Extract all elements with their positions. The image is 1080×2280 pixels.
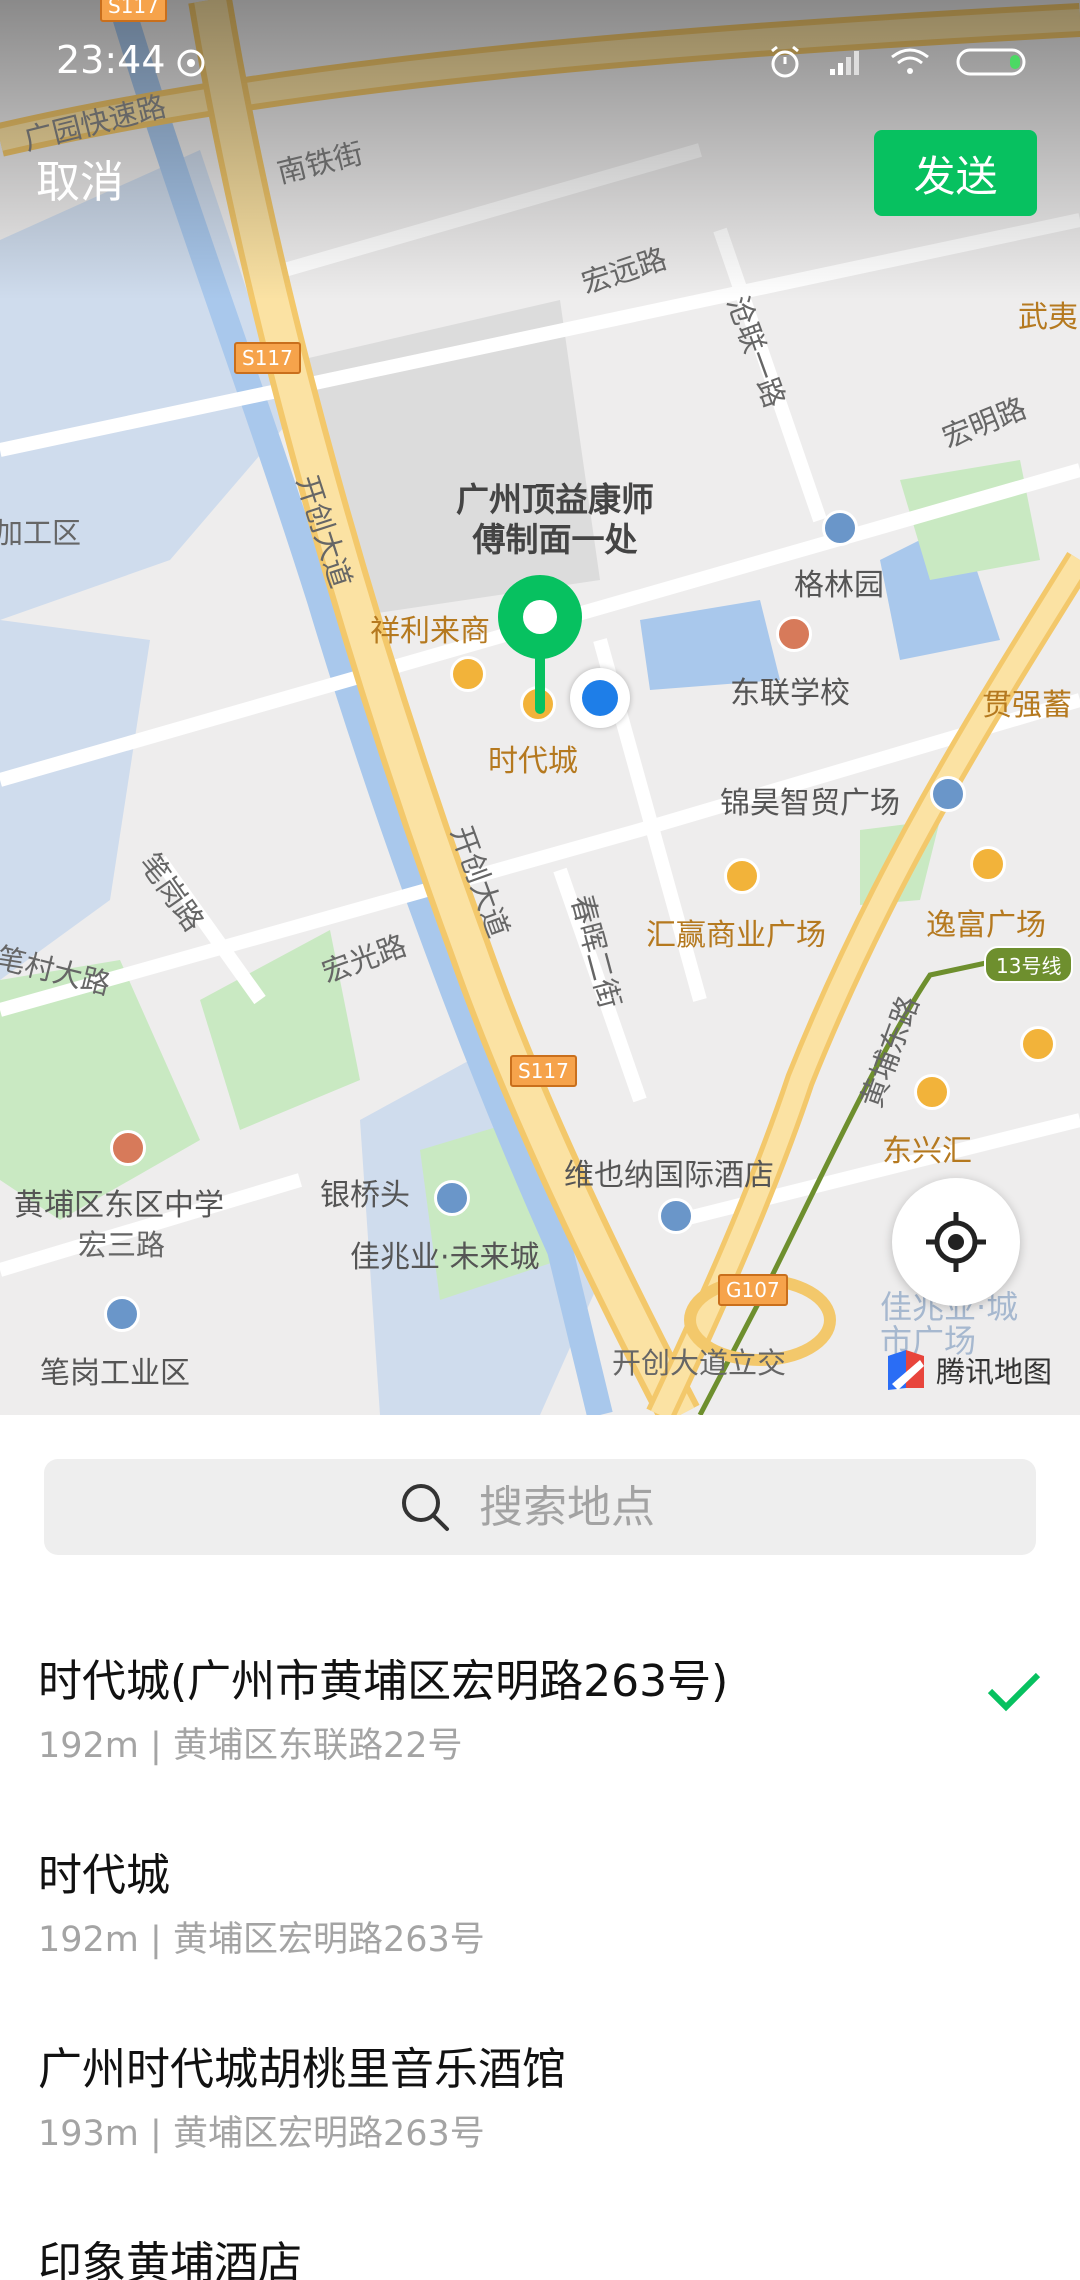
map-label-place: 银桥头 <box>320 1178 410 1213</box>
current-location-dot <box>570 668 630 728</box>
search-icon <box>402 1484 449 1531</box>
map-label-poi: 维也纳国际酒店 <box>564 1158 774 1193</box>
residence-icon <box>104 1296 140 1332</box>
residence-icon <box>434 1180 470 1216</box>
map-label-poi: 东联学校 <box>730 676 850 711</box>
map-label-poi: 黄埔区东区中学 <box>14 1188 224 1223</box>
place-name: 时代城(广州市黄埔区宏明路263号) <box>38 1656 729 1707</box>
place-list-item[interactable]: 印象黄埔酒店 <box>0 2193 1080 2280</box>
location-sheet: 时代城(广州市黄埔区宏明路263号) 192m | 黄埔区东联路22号 时代城 … <box>0 1415 1080 2280</box>
crosshair-icon <box>926 1212 986 1272</box>
hotel-icon <box>658 1198 694 1234</box>
map-label-road: 开创大道立交 <box>612 1346 787 1380</box>
shop-icon <box>970 846 1006 882</box>
map-label-poi: 东兴汇 <box>882 1134 972 1169</box>
map-label-area: 加工区 <box>0 516 82 550</box>
cancel-button[interactable]: 取消 <box>36 146 124 210</box>
wifi-icon <box>891 48 929 74</box>
map-brand-label: 腾讯地图 <box>936 1355 1053 1389</box>
map-label-poi: 格林园 <box>794 568 884 603</box>
place-address: 193m | 黄埔区宏明路263号 <box>38 2114 485 2154</box>
map-label-road: 宏三路 <box>78 1228 166 1262</box>
search-bar[interactable] <box>44 1459 1036 1555</box>
place-name: 印象黄埔酒店 <box>38 2238 302 2280</box>
place-address: 192m | 黄埔区东联路22号 <box>38 1726 463 1766</box>
map-label-poi: 时代城 <box>488 744 578 779</box>
shop-icon <box>1020 1026 1056 1062</box>
map-label-poi: 锦昊智贸广场 <box>720 786 900 821</box>
map-view[interactable]: S117 S117 S117 G107 广园快速路 南铁街 宏远路 沧联一路 武… <box>0 0 1080 1415</box>
map-label-poi: 汇赢商业广场 <box>646 918 826 953</box>
shop-icon <box>450 656 486 692</box>
map-label-poi: 逸富广场 <box>926 908 1046 943</box>
send-button[interactable]: 发送 <box>874 130 1037 216</box>
school-icon <box>110 1130 146 1166</box>
road-shield-s117: S117 <box>234 342 301 374</box>
shop-icon <box>914 1074 950 1110</box>
road-shield-g107: G107 <box>718 1274 788 1306</box>
residence-icon <box>822 510 858 546</box>
map-label-landmark: 广州顶益康师 傅制面一处 <box>456 480 654 559</box>
signal-icon <box>830 51 859 75</box>
map-label-poi: 佳兆业·未来城 <box>350 1240 540 1275</box>
shop-icon <box>724 858 760 894</box>
alarm-icon <box>771 45 799 78</box>
place-list-item[interactable]: 时代城(广州市黄埔区宏明路263号) 192m | 黄埔区东联路22号 <box>0 1611 1080 1801</box>
status-bar: 23:44 <box>0 0 1080 120</box>
place-list-item[interactable]: 时代城 192m | 黄埔区宏明路263号 <box>0 1805 1080 1995</box>
map-brand: 腾讯地图 <box>884 1348 1052 1392</box>
place-name: 广州时代城胡桃里音乐酒馆 <box>38 2044 566 2095</box>
map-label-area: 笔岗工业区 <box>40 1356 190 1391</box>
school-icon <box>776 616 812 652</box>
place-address: 192m | 黄埔区宏明路263号 <box>38 1920 485 1960</box>
search-input[interactable] <box>477 1480 681 1534</box>
locate-me-button[interactable] <box>892 1178 1020 1306</box>
road-shield-s117: S117 <box>510 1055 577 1087</box>
battery-icon <box>956 48 1026 76</box>
metro-line-badge: 13号线 <box>984 946 1074 983</box>
map-label-poi: 祥利来商 <box>370 614 490 649</box>
place-list-item[interactable]: 广州时代城胡桃里音乐酒馆 193m | 黄埔区宏明路263号 <box>0 1999 1080 2189</box>
hotspot-icon <box>177 49 205 77</box>
building-icon <box>930 776 966 812</box>
map-label-poi: 贯强蓄 <box>982 688 1072 723</box>
tencent-map-logo-icon <box>888 1350 924 1390</box>
place-name: 时代城 <box>38 1850 170 1901</box>
status-time: 23:44 <box>56 38 166 82</box>
map-label-poi: 武夷 <box>1018 300 1078 335</box>
check-icon <box>987 1672 1041 1712</box>
